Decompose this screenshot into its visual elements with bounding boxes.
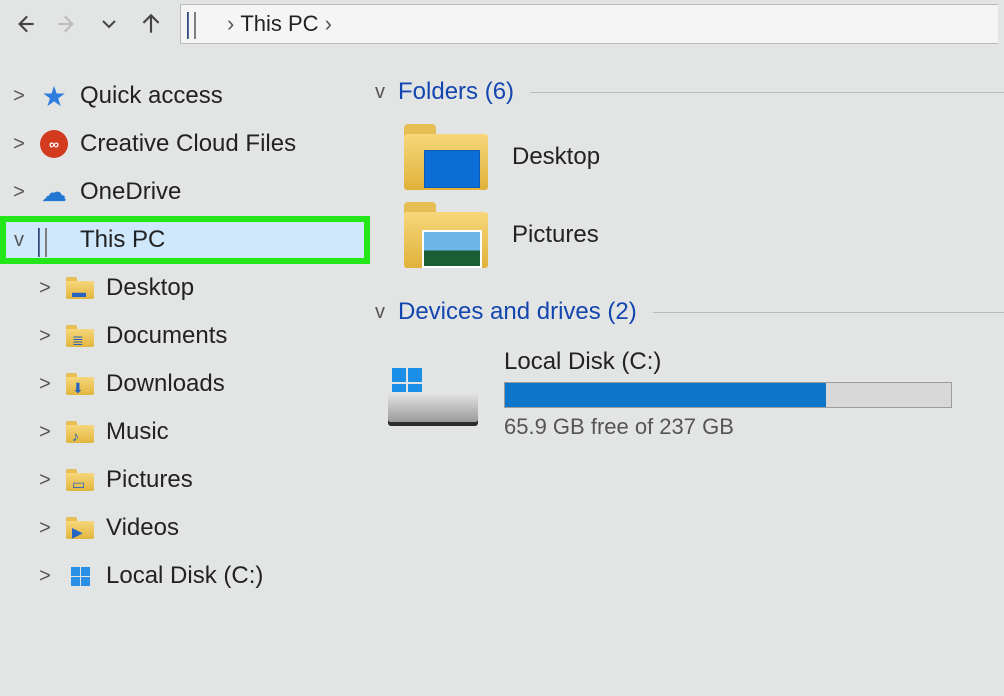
navigation-tree: > ★ Quick access > ∞ Creative Cloud File…: [0, 48, 370, 696]
disk-icon: [64, 560, 96, 592]
tree-item-label: OneDrive: [80, 178, 181, 206]
drive-name: Local Disk (C:): [504, 348, 980, 376]
tree-item-quick-access[interactable]: > ★ Quick access: [0, 72, 370, 120]
tree-item-videos[interactable]: > ▶ Videos: [0, 504, 370, 552]
expand-icon[interactable]: >: [10, 133, 28, 156]
creative-cloud-icon: ∞: [38, 128, 70, 160]
cloud-icon: ☁: [38, 176, 70, 208]
folder-icon: ▶: [64, 512, 96, 544]
expand-icon[interactable]: >: [36, 565, 54, 588]
tree-item-creative-cloud[interactable]: > ∞ Creative Cloud Files: [0, 120, 370, 168]
chevron-down-icon: v: [370, 81, 390, 104]
tree-item-label: Music: [106, 418, 169, 446]
expand-icon[interactable]: >: [10, 181, 28, 204]
arrow-up-icon: [138, 11, 164, 37]
group-header-drives[interactable]: v Devices and drives (2): [370, 292, 1004, 334]
tree-item-label: Videos: [106, 514, 179, 542]
group-title: Devices and drives (2): [398, 298, 637, 326]
folder-icon: ▭: [64, 464, 96, 496]
folder-icon: ≣: [64, 320, 96, 352]
tree-item-music[interactable]: > ♪ Music: [0, 408, 370, 456]
tree-item-label: Pictures: [106, 466, 193, 494]
tree-item-pictures[interactable]: > ▭ Pictures: [0, 456, 370, 504]
folders-grid: Desktop Pictures: [370, 114, 1004, 292]
tree-item-label: Documents: [106, 322, 227, 350]
folder-icon: [404, 124, 488, 190]
tree-item-label: Downloads: [106, 370, 225, 398]
collapse-icon[interactable]: v: [10, 229, 28, 252]
folder-label: Pictures: [512, 221, 599, 249]
nav-forward-button[interactable]: [48, 5, 86, 43]
expand-icon[interactable]: >: [36, 517, 54, 540]
expand-icon[interactable]: >: [36, 469, 54, 492]
tree-item-onedrive[interactable]: > ☁ OneDrive: [0, 168, 370, 216]
group-title: Folders (6): [398, 78, 514, 106]
tree-item-documents[interactable]: > ≣ Documents: [0, 312, 370, 360]
tree-item-desktop[interactable]: > ▬ Desktop: [0, 264, 370, 312]
divider: [653, 312, 1004, 313]
breadcrumb-bar[interactable]: › This PC ›: [180, 4, 998, 44]
tree-item-label: Creative Cloud Files: [80, 130, 296, 158]
expand-icon[interactable]: >: [36, 325, 54, 348]
tree-item-label: Quick access: [80, 82, 223, 110]
nav-back-button[interactable]: [6, 5, 44, 43]
expand-icon[interactable]: >: [36, 277, 54, 300]
folder-icon: ▬: [64, 272, 96, 304]
tree-item-label: Local Disk (C:): [106, 562, 263, 590]
tree-item-this-pc[interactable]: v This PC: [0, 216, 370, 264]
nav-recent-button[interactable]: [90, 5, 128, 43]
tree-item-label: Desktop: [106, 274, 194, 302]
drive-capacity-bar: [504, 382, 952, 408]
content-pane: v Folders (6) Desktop Pictures v Devices…: [370, 48, 1004, 696]
tree-item-local-disk[interactable]: > Local Disk (C:): [0, 552, 370, 600]
expand-icon[interactable]: >: [36, 373, 54, 396]
nav-bar: › This PC ›: [0, 0, 1004, 48]
tree-item-label: This PC: [80, 226, 165, 254]
group-header-folders[interactable]: v Folders (6): [370, 72, 1004, 114]
this-pc-icon: [187, 13, 219, 35]
this-pc-icon: [38, 224, 70, 256]
drive-icon: [388, 364, 478, 424]
arrow-right-icon: [54, 11, 80, 37]
folder-icon: [404, 202, 488, 268]
expand-icon[interactable]: >: [10, 85, 28, 108]
tree-item-downloads[interactable]: > ⬇ Downloads: [0, 360, 370, 408]
expand-icon[interactable]: >: [36, 421, 54, 444]
breadcrumb-separator: ›: [323, 11, 334, 37]
breadcrumb-separator: ›: [225, 11, 236, 37]
drive-item-local-disk-c[interactable]: Local Disk (C:) 65.9 GB free of 237 GB: [370, 334, 1004, 440]
star-icon: ★: [38, 80, 70, 112]
nav-up-button[interactable]: [132, 5, 170, 43]
folder-item-desktop[interactable]: Desktop: [404, 124, 1004, 190]
chevron-down-icon: v: [370, 301, 390, 324]
drive-info: Local Disk (C:) 65.9 GB free of 237 GB: [504, 348, 980, 440]
folder-label: Desktop: [512, 143, 600, 171]
drive-capacity-fill: [505, 383, 826, 407]
divider: [530, 92, 1004, 93]
breadcrumb-item[interactable]: This PC: [240, 11, 318, 37]
drive-free-text: 65.9 GB free of 237 GB: [504, 414, 980, 440]
folder-icon: ⬇: [64, 368, 96, 400]
arrow-left-icon: [12, 11, 38, 37]
chevron-down-icon: [101, 16, 117, 32]
folder-item-pictures[interactable]: Pictures: [404, 202, 1004, 268]
folder-icon: ♪: [64, 416, 96, 448]
